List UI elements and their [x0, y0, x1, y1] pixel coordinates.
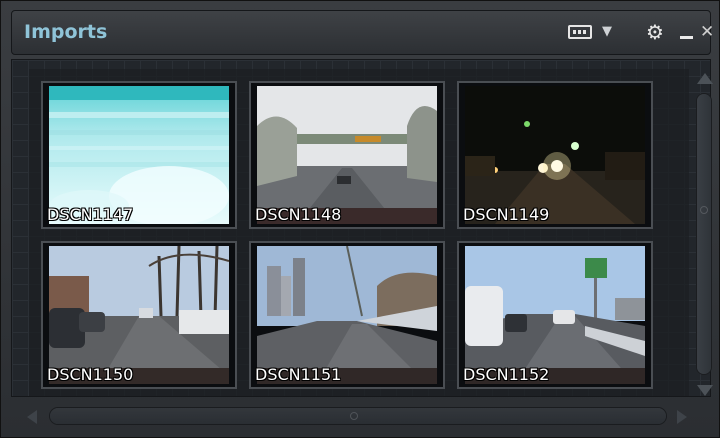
vertical-scroll-track[interactable] — [696, 93, 712, 375]
thumbnail-label: DSCN1147 — [47, 205, 134, 224]
scroll-up-icon[interactable] — [697, 73, 713, 84]
thumbnail-image — [49, 86, 229, 224]
vertical-scroll-thumb[interactable] — [697, 94, 711, 374]
minimize-icon[interactable] — [680, 22, 694, 42]
gears-icon[interactable]: ⚙ — [646, 22, 670, 42]
thumbnail-label: DSCN1150 — [47, 365, 134, 384]
chevron-down-icon[interactable]: ▼ — [602, 22, 616, 42]
title-bar: Imports ▼ ⚙ ✕ — [11, 10, 714, 55]
thumbnail-image — [465, 246, 645, 384]
scroll-left-icon[interactable] — [27, 410, 37, 424]
thumbnail-label: DSCN1151 — [255, 365, 342, 384]
vertical-scrollbar[interactable] — [694, 67, 714, 401]
thumbnail-item[interactable]: DSCN1150 — [41, 241, 237, 389]
close-icon[interactable]: ✕ — [700, 22, 714, 42]
imports-window: Imports ▼ ⚙ ✕ DSCN1147 DSCN1148 DSCN1149… — [0, 0, 720, 438]
thumbnail-panel: DSCN1147 DSCN1148 DSCN1149 DSCN1150 DSCN… — [11, 59, 711, 397]
thumbnail-item[interactable]: DSCN1149 — [457, 81, 653, 229]
grid-view-icon[interactable] — [568, 22, 596, 42]
scroll-grip-icon — [350, 412, 358, 420]
horizontal-scrollbar[interactable] — [27, 405, 691, 427]
scroll-right-icon[interactable] — [677, 410, 687, 424]
thumbnail-item[interactable]: DSCN1148 — [249, 81, 445, 229]
horizontal-scroll-track[interactable] — [49, 407, 667, 425]
scroll-grip-icon — [700, 206, 708, 214]
thumbnail-item[interactable]: DSCN1152 — [457, 241, 653, 389]
thumbnail-item[interactable]: DSCN1151 — [249, 241, 445, 389]
thumbnail-image — [465, 86, 645, 224]
thumbnail-image — [49, 246, 229, 384]
thumbnail-image — [257, 86, 437, 224]
thumbnail-image — [257, 246, 437, 384]
thumbnail-grid: DSCN1147 DSCN1148 DSCN1149 DSCN1150 DSCN… — [29, 69, 689, 396]
thumbnail-label: DSCN1152 — [463, 365, 550, 384]
scroll-down-icon[interactable] — [697, 385, 713, 396]
horizontal-scroll-thumb[interactable] — [50, 408, 666, 424]
thumbnail-item[interactable]: DSCN1147 — [41, 81, 237, 229]
window-title: Imports — [24, 21, 108, 43]
thumbnail-label: DSCN1149 — [463, 205, 550, 224]
thumbnail-label: DSCN1148 — [255, 205, 342, 224]
